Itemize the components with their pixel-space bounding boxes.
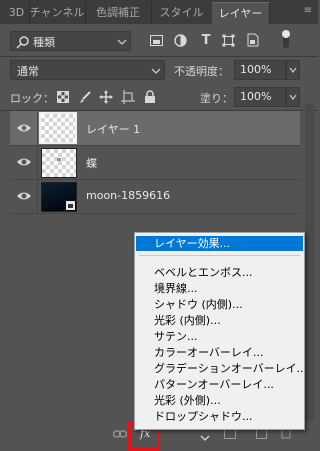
tab-3d[interactable]: 3D <box>4 2 30 24</box>
lock-artboard-icon[interactable] <box>121 90 135 104</box>
divider <box>37 179 38 213</box>
panel-menu-icon[interactable]: ≡ <box>304 6 312 16</box>
menu-item-satin[interactable]: サテン... <box>136 329 303 344</box>
search-icon <box>16 36 29 49</box>
fill-input[interactable]: 100% <box>234 87 286 107</box>
layer-row[interactable]: レイヤー 1 <box>10 111 300 146</box>
menu-item-bevel-emboss[interactable]: ベベルとエンボス... <box>136 265 303 280</box>
panel-tab-bar: 3D チャンネル 色調補正 スタイル レイヤー ≡ <box>0 0 318 25</box>
filter-label: 種類 <box>33 36 55 49</box>
layer-name[interactable]: レイヤー 1 <box>86 121 140 137</box>
chevron-down-icon <box>289 94 297 100</box>
shape-filter-icon[interactable] <box>222 34 235 47</box>
blend-mode-select[interactable]: 通常 <box>10 60 165 80</box>
tab-layers[interactable]: レイヤー <box>212 2 270 25</box>
opacity-input[interactable]: 100% <box>234 60 286 80</box>
link-layers-icon[interactable] <box>113 429 127 439</box>
lock-all-icon[interactable] <box>144 90 156 104</box>
opacity-label: 不透明度： <box>174 65 229 78</box>
divider <box>37 111 38 145</box>
layer-thumbnail[interactable] <box>39 112 77 144</box>
smart-object-badge-icon <box>66 201 75 210</box>
layer-name[interactable]: 蝶 <box>86 155 97 171</box>
pixel-filter-icon[interactable] <box>150 34 163 47</box>
tab-adjustments[interactable]: 色調補正 <box>85 2 152 24</box>
menu-item-pattern-overlay[interactable]: パターンオーバーレイ... <box>136 377 303 392</box>
lock-transparent-pixels-icon[interactable] <box>57 91 69 103</box>
filter-toggle-icon[interactable] <box>281 29 291 49</box>
menu-item-blending-options[interactable]: レイヤー効果... <box>136 236 303 251</box>
tab-styles[interactable]: スタイル <box>151 2 213 24</box>
tab-channels[interactable]: チャンネル <box>29 2 86 24</box>
layer-thumbnail[interactable] <box>41 148 77 178</box>
fill-dropdown-button[interactable] <box>286 87 300 107</box>
layer-row[interactable]: moon-1859616 <box>10 179 300 214</box>
layer-filter-select[interactable]: 種類 <box>10 31 131 51</box>
menu-item-stroke[interactable]: 境界線... <box>136 281 303 296</box>
fill-value: 100% <box>240 90 272 103</box>
opacity-dropdown-button[interactable] <box>286 60 300 80</box>
lock-position-icon[interactable] <box>99 90 113 104</box>
divider <box>0 56 318 57</box>
menu-item-gradient-overlay[interactable]: グラデーションオーバーレイ... <box>136 361 303 376</box>
adjustment-filter-icon[interactable] <box>174 34 187 47</box>
visibility-eye-icon[interactable] <box>16 121 32 135</box>
layer-effects-menu: レイヤー効果... ベベルとエンボス... 境界線... シャドウ (内側)..… <box>134 232 305 430</box>
blend-mode-value: 通常 <box>17 65 39 78</box>
chevron-down-icon <box>117 39 127 45</box>
chevron-down-icon <box>289 67 297 73</box>
visibility-eye-icon[interactable] <box>16 155 32 169</box>
lock-label: ロック： <box>10 92 54 105</box>
chevron-down-icon <box>200 435 210 441</box>
layer-row[interactable]: 蝶 <box>10 145 300 180</box>
butterfly-thumbnail-mark <box>57 158 61 161</box>
layers-scrollbar[interactable] <box>305 104 314 426</box>
menu-item-drop-shadow[interactable]: ドロップシャドウ... <box>136 409 303 424</box>
divider <box>37 145 38 179</box>
menu-item-color-overlay[interactable]: カラーオーバーレイ... <box>136 345 303 360</box>
fill-label: 塗り： <box>200 92 233 105</box>
menu-item-inner-glow[interactable]: 光彩 (内側)... <box>136 313 303 328</box>
opacity-value: 100% <box>240 63 272 76</box>
visibility-eye-icon[interactable] <box>16 189 32 203</box>
type-filter-icon[interactable]: T <box>199 34 213 48</box>
layer-name[interactable]: moon-1859616 <box>86 189 170 202</box>
lock-image-pixels-icon[interactable] <box>78 90 92 104</box>
chevron-down-icon <box>151 68 161 74</box>
menu-item-inner-shadow[interactable]: シャドウ (内側)... <box>136 297 303 312</box>
menu-item-outer-glow[interactable]: 光彩 (外側)... <box>136 393 303 408</box>
smart-object-filter-icon[interactable] <box>246 33 259 47</box>
layer-thumbnail[interactable] <box>41 182 77 212</box>
menu-separator <box>139 255 300 256</box>
